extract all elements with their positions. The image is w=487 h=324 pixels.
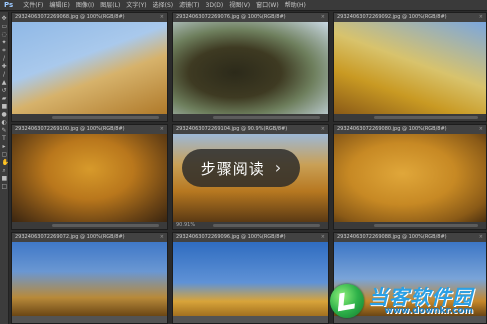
shape-tool-icon[interactable]: ▢ [2, 152, 8, 158]
magic-wand-tool-icon[interactable]: ✦ [2, 40, 7, 46]
lasso-tool-icon[interactable]: ◌ [2, 32, 7, 38]
golden-tree-photo [334, 22, 486, 114]
autumn-tree-photo [12, 22, 167, 114]
horizontal-scrollbar[interactable] [374, 116, 478, 119]
menu-file[interactable]: 文件(F) [23, 0, 43, 11]
app-logo: Ps [4, 1, 14, 9]
foreground-color-icon[interactable]: ■ [2, 176, 8, 182]
site-logo-icon [330, 284, 364, 318]
tree-blue-sky-photo [12, 242, 167, 316]
golden-leaves-photo [334, 134, 486, 222]
brush-tool-icon[interactable]: / [2, 72, 7, 78]
eyedropper-tool-icon[interactable]: / [2, 56, 7, 62]
document-window-2[interactable]: 29324063072269076.jpg @ 100%(RGB/8#) × [172, 12, 329, 122]
document-window-7[interactable]: 29324063072269072.jpg @ 100%(RGB/8#) × [11, 232, 168, 324]
site-watermark: 当客软件园 www.downkr.com [330, 280, 485, 322]
close-icon[interactable]: × [479, 125, 483, 134]
marquee-tool-icon[interactable]: ▭ [2, 24, 8, 30]
menu-edit[interactable]: 编辑(E) [49, 0, 69, 11]
pen-tool-icon[interactable]: ✎ [2, 128, 7, 134]
stamp-tool-icon[interactable]: ▲ [2, 80, 7, 86]
path-select-tool-icon[interactable]: ▸ [2, 144, 7, 150]
document-status-bar: 90.91% [173, 222, 328, 229]
document-window-8[interactable]: 29324063072269096.jpg @ 100%(RGB/8#) × [172, 232, 329, 324]
document-window-3[interactable]: 29324063072269092.jpg @ 100%(RGB/8#) × [333, 12, 487, 122]
close-icon[interactable]: × [160, 233, 164, 242]
horizontal-scrollbar[interactable] [213, 224, 320, 227]
step-reading-button[interactable]: 步骤阅读 › [182, 149, 300, 187]
document-status-bar [12, 222, 167, 229]
zoom-tool-icon[interactable]: ⌕ [2, 168, 7, 174]
watermark-title: 当客软件园 [368, 284, 473, 309]
background-color-icon[interactable]: □ [2, 184, 8, 190]
zoom-level[interactable]: 90.91% [176, 222, 195, 228]
close-icon[interactable]: × [160, 13, 164, 22]
dodge-tool-icon[interactable]: ◐ [2, 120, 7, 126]
close-icon[interactable]: × [479, 13, 483, 22]
menu-3d[interactable]: 3D(D) [206, 0, 224, 11]
close-icon[interactable]: × [321, 233, 325, 242]
move-tool-icon[interactable]: ✥ [2, 16, 7, 22]
dark-branches-photo [173, 22, 328, 114]
horizontal-scrollbar[interactable] [52, 116, 159, 119]
blur-tool-icon[interactable]: ● [2, 112, 7, 118]
history-brush-tool-icon[interactable]: ↺ [2, 88, 7, 94]
document-window-6[interactable]: 29324063072269080.jpg @ 100%(RGB/8#) × [333, 124, 487, 230]
document-window-4[interactable]: 29324063072269100.jpg @ 100%(RGB/8#) × [11, 124, 168, 230]
chevron-right-icon: › [274, 158, 282, 177]
horizontal-scrollbar[interactable] [52, 224, 159, 227]
step-reading-label: 步骤阅读 [200, 159, 265, 178]
close-icon[interactable]: × [160, 125, 164, 134]
eraser-tool-icon[interactable]: ▰ [2, 96, 7, 102]
gradient-tool-icon[interactable]: ■ [2, 104, 8, 110]
menu-bar: Ps 文件(F) 编辑(E) 图像(I) 图层(L) 文字(Y) 选择(S) 滤… [0, 0, 487, 11]
menu-window[interactable]: 窗口(W) [256, 0, 279, 11]
menu-view[interactable]: 视图(V) [229, 0, 250, 11]
menu-image[interactable]: 图像(I) [76, 0, 94, 11]
hand-tool-icon[interactable]: ✋ [2, 160, 9, 166]
close-icon[interactable]: × [479, 233, 483, 242]
document-status-bar [334, 114, 486, 121]
watermark-url: www.downkr.com [384, 305, 473, 316]
menu-help[interactable]: 帮助(H) [285, 0, 306, 11]
menu-select[interactable]: 选择(S) [153, 0, 174, 11]
document-window-1[interactable]: 29324063072269068.jpg @ 100%(RGB/8#) × [11, 12, 168, 122]
tools-panel: ✥ ▭ ◌ ✦ ⌗ / ✚ / ▲ ↺ ▰ ■ ● ◐ ✎ T ▸ ▢ ✋ ⌕ … [0, 12, 9, 324]
document-status-bar [173, 114, 328, 121]
healing-tool-icon[interactable]: ✚ [2, 64, 7, 70]
menu-layer[interactable]: 图层(L) [100, 0, 120, 11]
golden-foliage-photo [12, 134, 167, 222]
horizontal-scrollbar[interactable] [213, 116, 320, 119]
crop-tool-icon[interactable]: ⌗ [2, 48, 7, 54]
close-icon[interactable]: × [321, 125, 325, 134]
horizontal-scrollbar[interactable] [374, 224, 478, 227]
treetop-blue-sky-photo [173, 242, 328, 316]
close-icon[interactable]: × [321, 13, 325, 22]
type-tool-icon[interactable]: T [2, 136, 7, 142]
menu-filter[interactable]: 滤镜(T) [179, 0, 199, 11]
document-status-bar [12, 114, 167, 121]
menu-type[interactable]: 文字(Y) [126, 0, 146, 11]
document-status-bar [334, 222, 486, 229]
